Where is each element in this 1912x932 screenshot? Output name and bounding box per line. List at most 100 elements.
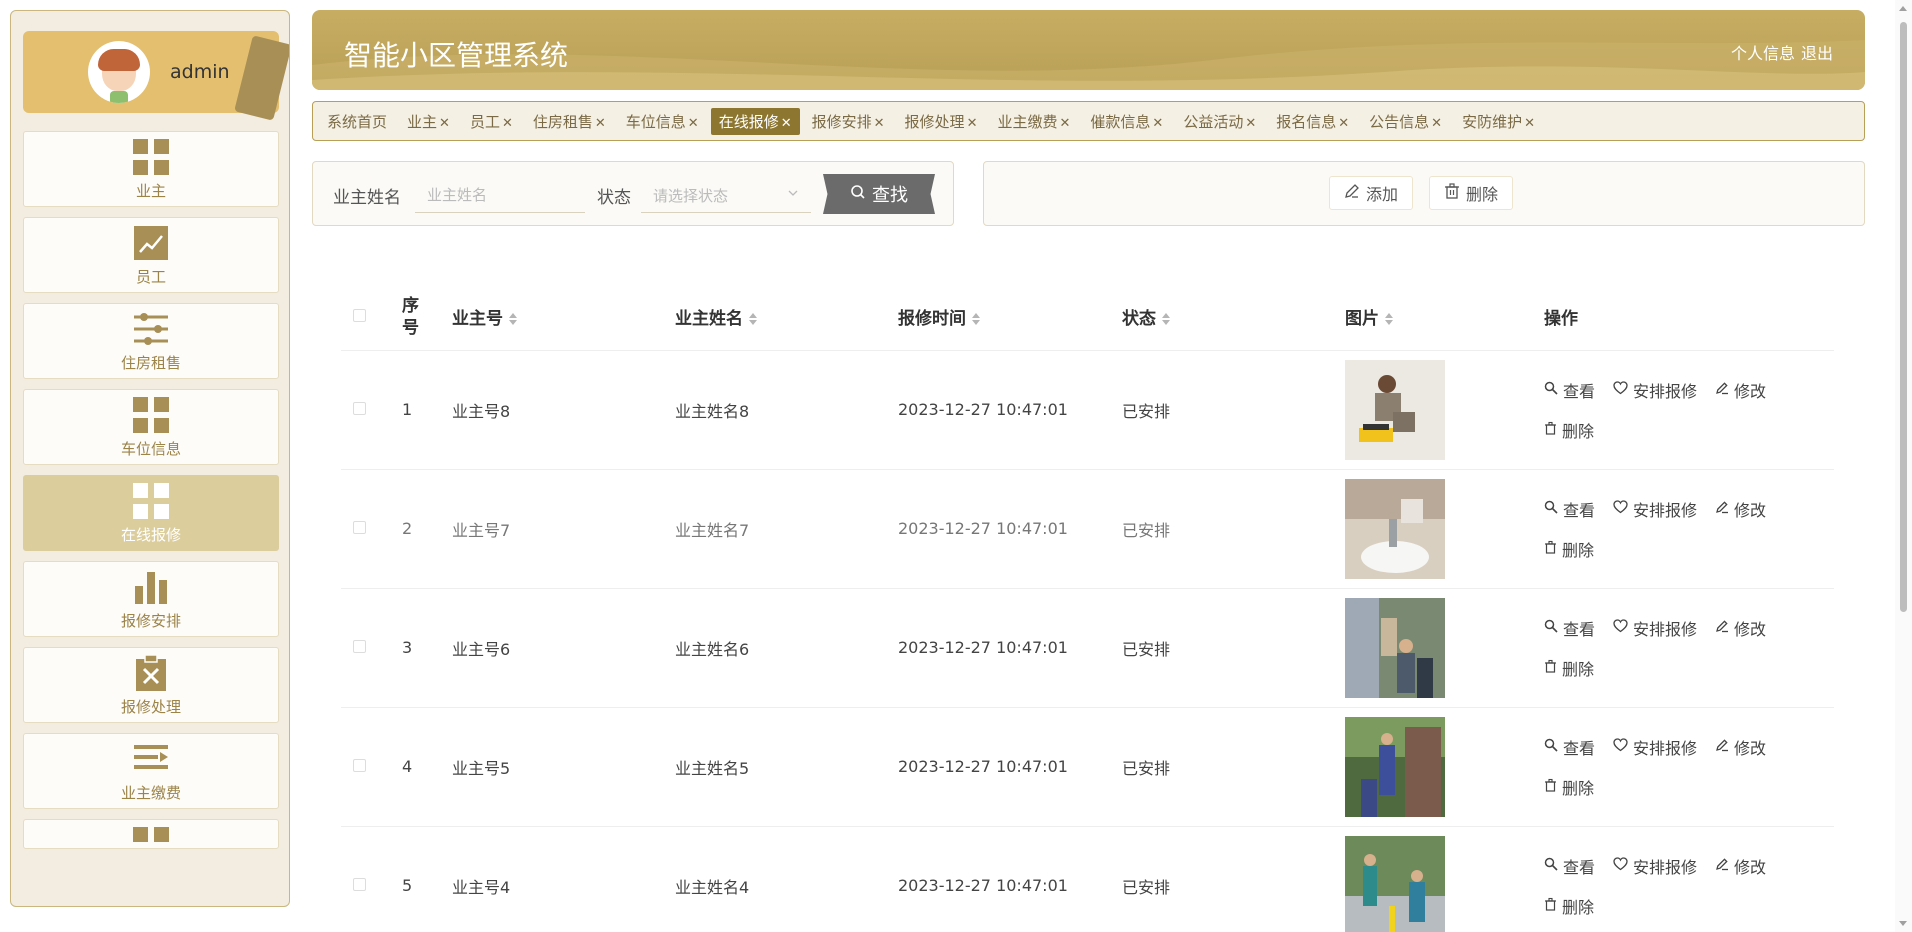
sidebar-item-repair-handle[interactable]: 报修处理: [23, 647, 279, 723]
row-checkbox[interactable]: [353, 402, 366, 415]
close-icon[interactable]: ✕: [781, 116, 792, 131]
repair-photo[interactable]: [1345, 478, 1544, 579]
column-header-status[interactable]: 状态: [1122, 284, 1345, 351]
scroll-up-arrow[interactable]: [1899, 6, 1907, 11]
column-header-image[interactable]: 图片: [1345, 284, 1544, 351]
tab-owner-payment[interactable]: 业主缴费 ✕: [989, 108, 1078, 135]
sort-icon[interactable]: [749, 313, 757, 326]
edit-button[interactable]: 修改: [1715, 735, 1766, 759]
sidebar-item-owner-payment[interactable]: 业主缴费: [23, 733, 279, 809]
sidebar-item-staff[interactable]: 员工: [23, 217, 279, 293]
cell-ops: 查看 安排报修 修改删除: [1544, 826, 1834, 932]
tab-signup[interactable]: 报名信息 ✕: [1268, 108, 1357, 135]
table-row[interactable]: 4 业主号5 业主姓名5 2023-12-27 10:47:01 已安排 查看 安排报修 修改…: [341, 707, 1834, 827]
delete-label: 删除: [1562, 540, 1595, 560]
status-label: 状态: [597, 188, 631, 208]
arrange-repair-button[interactable]: 安排报修: [1613, 497, 1697, 521]
edit-icon: [1344, 183, 1360, 203]
tab-home[interactable]: 系统首页: [319, 108, 395, 135]
column-header-owner-name[interactable]: 业主姓名: [675, 284, 898, 351]
view-button[interactable]: 查看: [1544, 616, 1595, 640]
tab-notice[interactable]: 公告信息 ✕: [1361, 108, 1450, 135]
app-header: 智能小区管理系统 个人信息 退出: [312, 10, 1865, 90]
profile-link[interactable]: 个人信息: [1731, 40, 1795, 64]
row-checkbox[interactable]: [353, 521, 366, 534]
arrange-repair-button[interactable]: 安排报修: [1613, 735, 1697, 759]
select-all-checkbox[interactable]: [353, 308, 366, 322]
sidebar-item-parking[interactable]: 车位信息: [23, 389, 279, 465]
sidebar-item-online-repair[interactable]: 在线报修: [23, 475, 279, 551]
tab-repair-arrange[interactable]: 报修安排 ✕: [804, 108, 893, 135]
add-button[interactable]: 添加: [1329, 176, 1414, 210]
tab-bar: 系统首页 业主 ✕ 员工 ✕ 住房租售 ✕ 车位信息 ✕ 在线报修 ✕ 报修安排 ✕ 报修处…: [312, 101, 1865, 141]
tab-housing[interactable]: 住房租售 ✕: [525, 108, 614, 135]
tab-payment-reminder[interactable]: 催款信息 ✕: [1082, 108, 1171, 135]
edit-button[interactable]: 修改: [1715, 497, 1766, 521]
close-icon[interactable]: ✕: [1338, 116, 1349, 131]
row-checkbox[interactable]: [353, 878, 366, 891]
tab-staff[interactable]: 员工 ✕: [462, 108, 521, 135]
tab-owner[interactable]: 业主 ✕: [399, 108, 458, 135]
close-icon[interactable]: ✕: [1245, 116, 1256, 131]
delete-button[interactable]: 删除: [1429, 176, 1514, 210]
tab-security[interactable]: 安防维护 ✕: [1454, 108, 1543, 135]
logout-link[interactable]: 退出: [1801, 40, 1833, 64]
row-checkbox[interactable]: [353, 759, 366, 772]
close-icon[interactable]: ✕: [502, 116, 513, 131]
close-icon[interactable]: ✕: [1059, 116, 1070, 131]
scroll-down-arrow[interactable]: [1899, 921, 1907, 926]
tab-parking[interactable]: 车位信息 ✕: [618, 108, 707, 135]
delete-row-button[interactable]: 删除: [1544, 418, 1594, 442]
sort-icon[interactable]: [1162, 313, 1170, 326]
owner-name-input[interactable]: [415, 177, 585, 213]
search-button[interactable]: 查找: [823, 174, 935, 214]
delete-row-button[interactable]: 删除: [1544, 656, 1594, 680]
view-button[interactable]: 查看: [1544, 497, 1595, 521]
repair-photo[interactable]: [1345, 359, 1544, 460]
delete-row-button[interactable]: 删除: [1544, 894, 1594, 918]
column-header-repair-time[interactable]: 报修时间: [898, 284, 1122, 351]
table-row[interactable]: 2 业主号7 业主姓名7 2023-12-27 10:47:01 已安排 查看 安排报修 修改…: [341, 469, 1834, 589]
sidebar-item-owner[interactable]: 业主: [23, 131, 279, 207]
arrange-repair-button[interactable]: 安排报修: [1613, 616, 1697, 640]
repair-photo[interactable]: [1345, 597, 1544, 698]
close-icon[interactable]: ✕: [1524, 116, 1535, 131]
view-button[interactable]: 查看: [1544, 735, 1595, 759]
avatar[interactable]: [88, 41, 150, 103]
arrange-repair-button[interactable]: 安排报修: [1613, 378, 1697, 402]
view-button[interactable]: 查看: [1544, 854, 1595, 878]
close-icon[interactable]: ✕: [1152, 116, 1163, 131]
view-button[interactable]: 查看: [1544, 378, 1595, 402]
close-icon[interactable]: ✕: [439, 116, 450, 131]
sort-icon[interactable]: [1385, 313, 1393, 326]
sidebar-item-repair-arrange[interactable]: 报修安排: [23, 561, 279, 637]
close-icon[interactable]: ✕: [595, 116, 606, 131]
scroll-thumb[interactable]: [1900, 22, 1907, 612]
repair-photo[interactable]: [1345, 835, 1544, 932]
delete-row-button[interactable]: 删除: [1544, 775, 1594, 799]
repair-photo[interactable]: [1345, 716, 1544, 817]
table-row[interactable]: 3 业主号6 业主姓名6 2023-12-27 10:47:01 已安排 查看 安排报修 修改…: [341, 588, 1834, 708]
sort-icon[interactable]: [972, 313, 980, 326]
close-icon[interactable]: ✕: [688, 116, 699, 131]
sidebar-item-more[interactable]: [23, 819, 279, 849]
tab-repair-handle[interactable]: 报修处理 ✕: [897, 108, 986, 135]
arrange-repair-button[interactable]: 安排报修: [1613, 854, 1697, 878]
close-icon[interactable]: ✕: [1431, 116, 1442, 131]
status-select[interactable]: 请选择状态: [641, 177, 811, 213]
page-scrollbar[interactable]: [1895, 0, 1912, 932]
row-checkbox[interactable]: [353, 640, 366, 653]
table-row[interactable]: 5 业主号4 业主姓名4 2023-12-27 10:47:01 已安排 查看 安排报修 修改…: [341, 826, 1834, 932]
edit-button[interactable]: 修改: [1715, 378, 1766, 402]
close-icon[interactable]: ✕: [874, 116, 885, 131]
delete-row-button[interactable]: 删除: [1544, 537, 1594, 561]
edit-button[interactable]: 修改: [1715, 854, 1766, 878]
column-header-owner-no[interactable]: 业主号: [452, 284, 675, 351]
close-icon[interactable]: ✕: [967, 116, 978, 131]
table-row[interactable]: 1 业主号8 业主姓名8 2023-12-27 10:47:01 已安排 查看 安排报修 修改…: [341, 350, 1834, 470]
tab-charity[interactable]: 公益活动 ✕: [1175, 108, 1264, 135]
tab-online-repair[interactable]: 在线报修 ✕: [710, 107, 800, 135]
sort-icon[interactable]: [509, 313, 517, 326]
edit-button[interactable]: 修改: [1715, 616, 1766, 640]
sidebar-item-housing[interactable]: 住房租售: [23, 303, 279, 379]
